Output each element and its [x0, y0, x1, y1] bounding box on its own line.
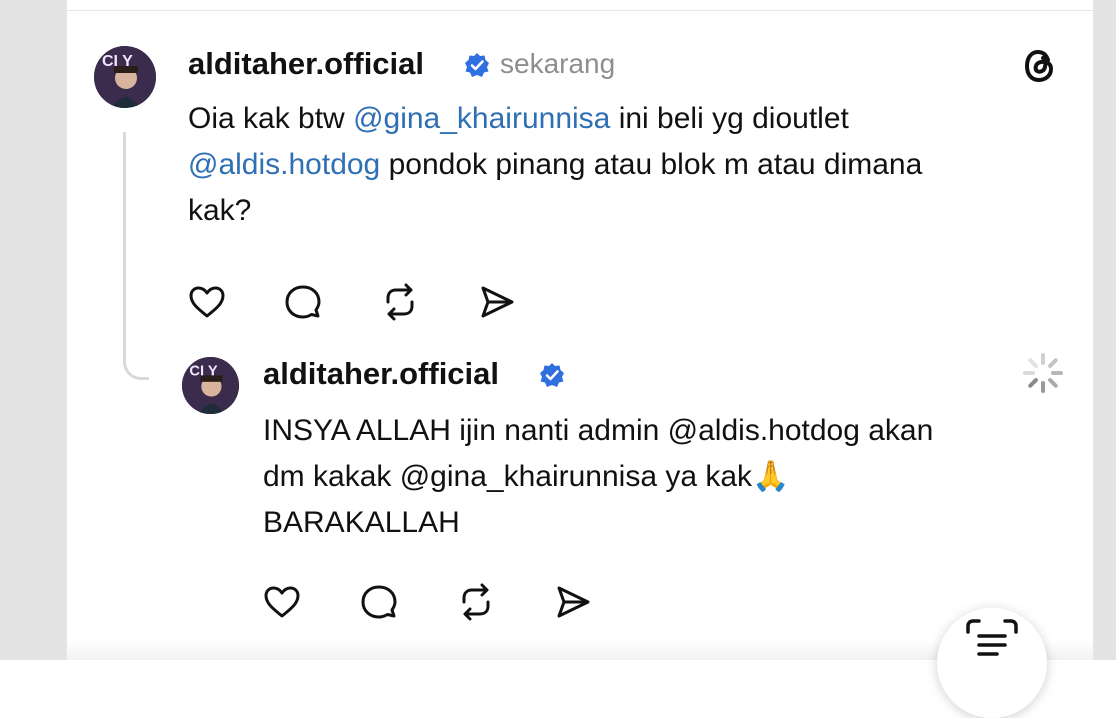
verified-badge-icon: [465, 53, 489, 77]
comment-icon: [285, 285, 321, 319]
comment-button[interactable]: [281, 280, 325, 324]
avatar[interactable]: CI Y: [94, 46, 156, 108]
repost-icon: [462, 583, 490, 621]
reply-text-line-3: BARAKALLAH: [263, 506, 460, 539]
like-button[interactable]: [260, 580, 304, 624]
scan-text-button[interactable]: [937, 608, 1047, 718]
reply-text-line-2: dm kakak @gina_khairunnisa ya kak🙏: [263, 460, 790, 493]
verified-badge-icon: [540, 363, 564, 387]
loading-spinner-icon: [1023, 353, 1063, 393]
share-icon: [557, 586, 590, 618]
reply-text: INSYA ALLAH ijin nanti admin @aldis.hotd…: [263, 408, 933, 546]
top-divider: [67, 10, 1093, 11]
post-text-line-3: kak?: [188, 194, 252, 227]
share-button[interactable]: [475, 280, 519, 324]
left-margin: [0, 0, 66, 660]
repost-button[interactable]: [378, 280, 422, 324]
reply-username[interactable]: alditaher.official: [263, 356, 499, 392]
mention-link[interactable]: @aldis.hotdog: [188, 148, 380, 181]
share-button[interactable]: [551, 580, 595, 624]
thread-card: CI Y alditaher.official sekarang Oia kak…: [66, 0, 1094, 718]
like-icon: [189, 286, 225, 318]
post-text: Oia kak btw @gina_khairunnisa ini beli y…: [188, 96, 922, 234]
repost-button[interactable]: [454, 580, 498, 624]
scan-text-icon: [966, 619, 1018, 656]
reply-avatar[interactable]: CI Y: [182, 357, 239, 414]
post-username[interactable]: alditaher.official: [188, 46, 424, 82]
post-timestamp: sekarang: [500, 48, 616, 79]
comment-button[interactable]: [357, 580, 401, 624]
reply-text-line-1: INSYA ALLAH ijin nanti admin @aldis.hotd…: [263, 414, 934, 447]
like-button[interactable]: [185, 280, 229, 324]
right-margin: [1094, 0, 1116, 660]
like-icon: [264, 586, 300, 618]
mention-link[interactable]: @gina_khairunnisa: [353, 102, 610, 135]
share-icon: [481, 286, 514, 318]
repost-icon: [386, 283, 414, 321]
comment-icon: [361, 585, 397, 619]
thread-connector-line: [123, 132, 149, 380]
post-text-line-1: Oia kak btw @gina_khairunnisa ini beli y…: [188, 102, 849, 135]
post-text-line-2: @aldis.hotdog pondok pinang atau blok m …: [188, 148, 923, 181]
threads-logo-icon[interactable]: [1018, 44, 1062, 88]
